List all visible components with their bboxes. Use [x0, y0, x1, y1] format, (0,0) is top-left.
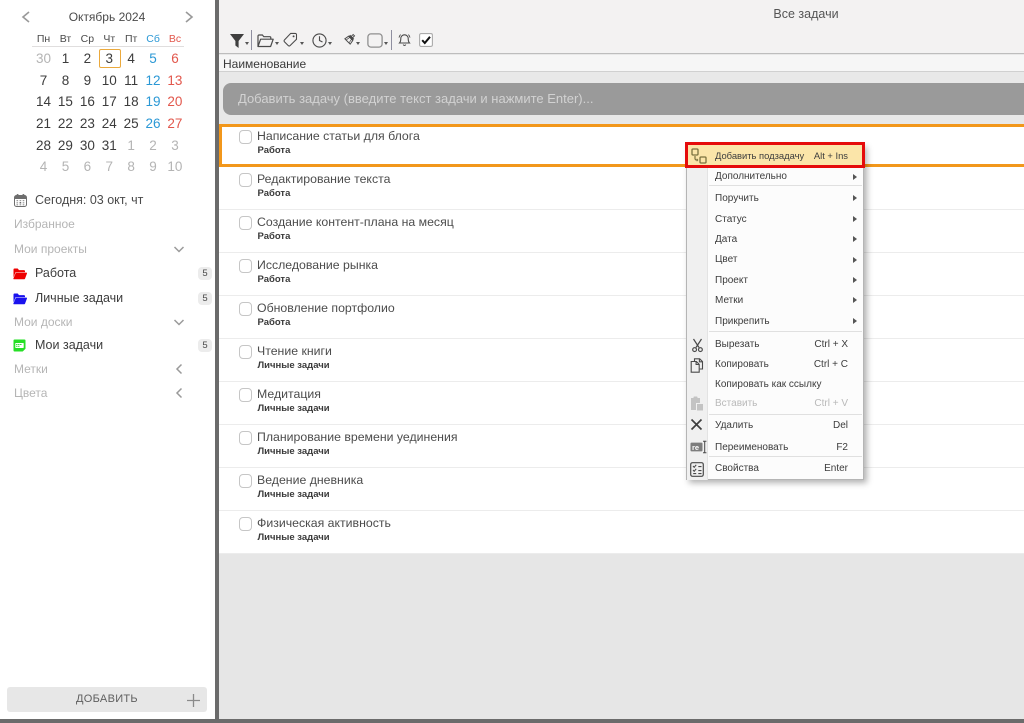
svg-text:re: re [692, 443, 699, 452]
